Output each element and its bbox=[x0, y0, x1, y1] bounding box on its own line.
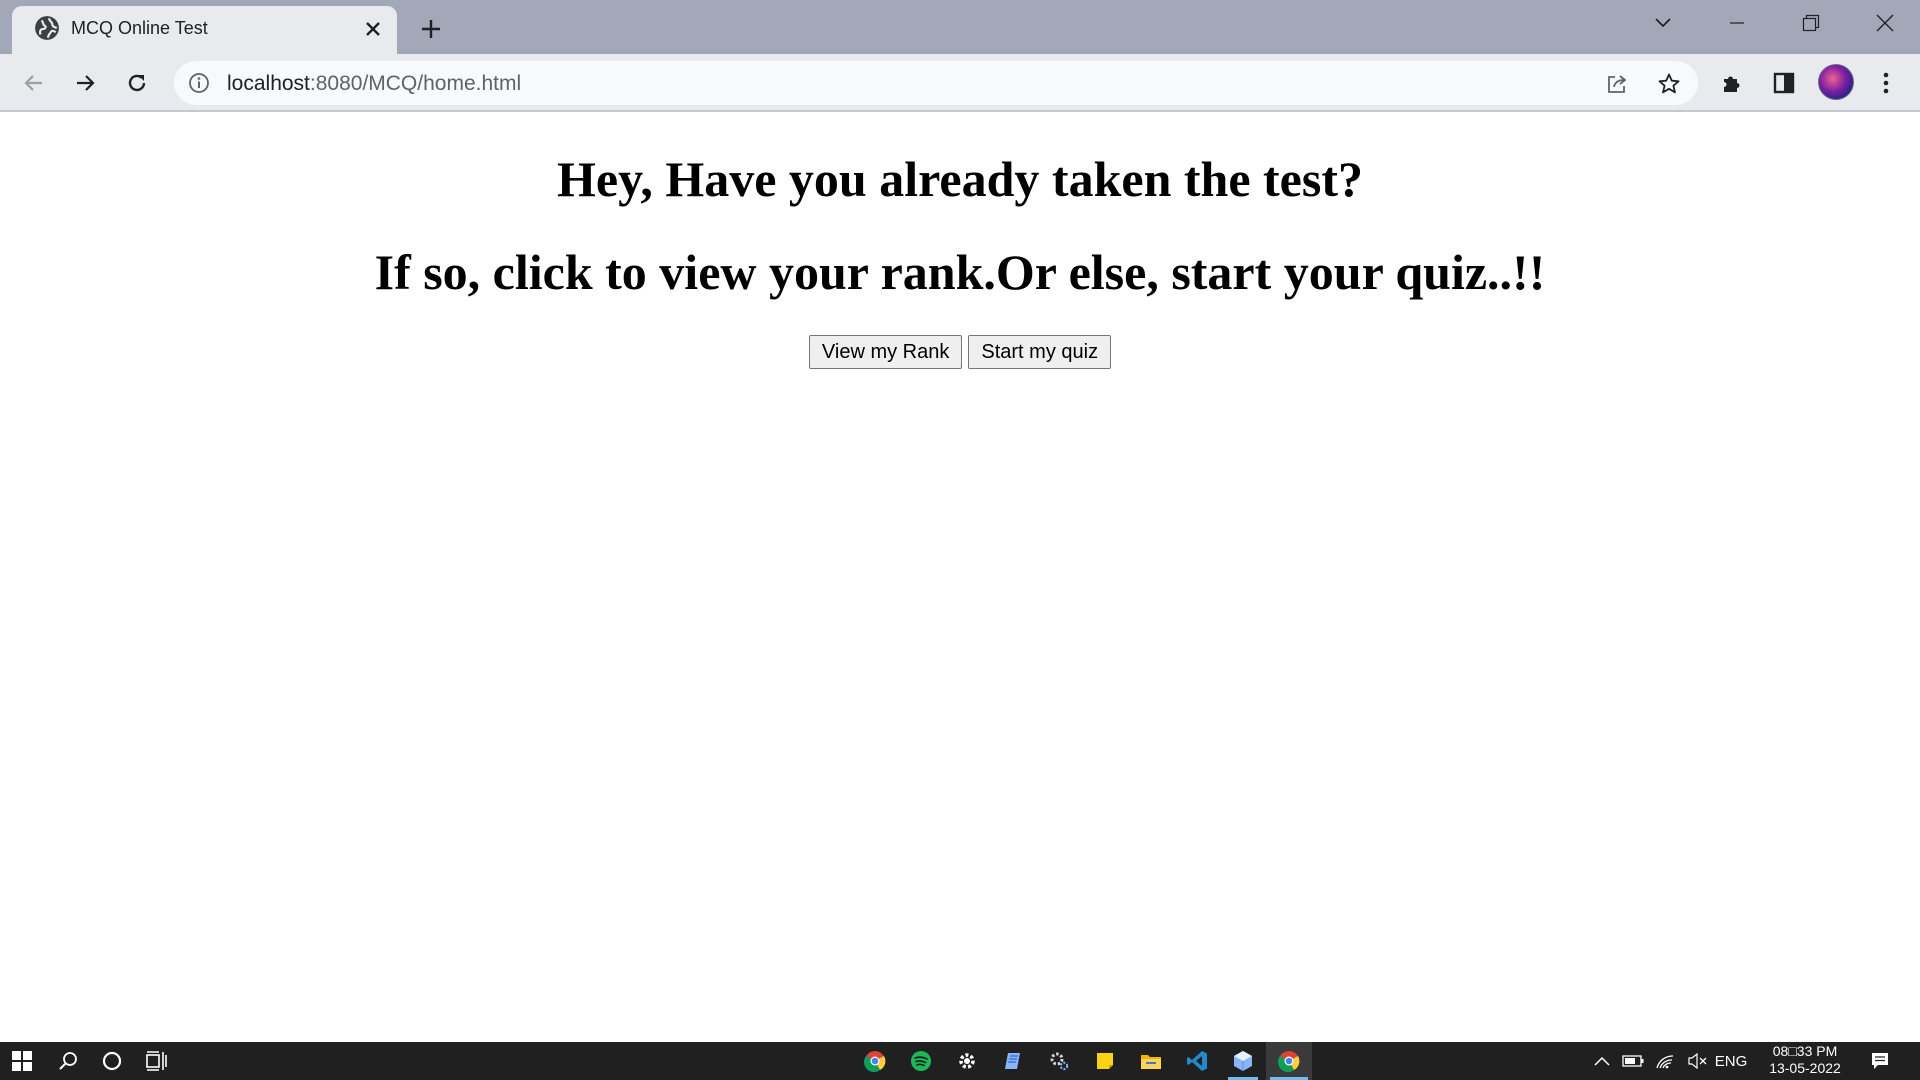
notification-icon bbox=[1872, 1053, 1888, 1069]
tab-mcq-online-test[interactable]: MCQ Online Test bbox=[12, 6, 397, 54]
taskbar-settings-gear[interactable] bbox=[1036, 1042, 1082, 1080]
windows-taskbar: ENG 08□33 PM 13-05-2022 bbox=[0, 1042, 1920, 1080]
language-indicator[interactable]: ENG bbox=[1712, 1042, 1750, 1080]
globe-icon bbox=[35, 16, 59, 40]
start-quiz-button[interactable]: Start my quiz bbox=[968, 335, 1112, 369]
taskbar-app[interactable] bbox=[990, 1042, 1036, 1080]
search-icon bbox=[59, 1052, 77, 1070]
cube-app-icon bbox=[1234, 1051, 1252, 1071]
action-buttons: View my Rank Start my quiz bbox=[0, 335, 1920, 369]
side-panel-button[interactable] bbox=[1768, 67, 1800, 99]
close-icon bbox=[1876, 14, 1894, 32]
clock-time: 08□33 PM bbox=[1772, 1043, 1838, 1059]
tab-close-button[interactable] bbox=[360, 16, 386, 42]
task-view-icon bbox=[146, 1051, 167, 1071]
start-button[interactable] bbox=[0, 1042, 44, 1080]
arrow-left-icon bbox=[24, 75, 42, 91]
restore-button[interactable] bbox=[1776, 0, 1846, 46]
minimize-icon bbox=[1730, 22, 1744, 24]
view-rank-button[interactable]: View my Rank bbox=[808, 335, 963, 369]
network-button[interactable] bbox=[1650, 1042, 1680, 1080]
taskbar-chrome[interactable] bbox=[852, 1042, 898, 1080]
bookmark-button[interactable] bbox=[1656, 71, 1682, 97]
url-path: :8080/MCQ/home.html bbox=[309, 72, 522, 95]
wifi-icon bbox=[1656, 1055, 1674, 1069]
reload-button[interactable] bbox=[119, 65, 155, 101]
tab-title: MCQ Online Test bbox=[71, 18, 208, 38]
info-icon[interactable] bbox=[188, 72, 210, 94]
taskbar-settings[interactable] bbox=[944, 1042, 990, 1080]
url-text[interactable]: localhost:8080/MCQ/home.html bbox=[227, 72, 521, 96]
tab-search-button[interactable] bbox=[1628, 0, 1698, 46]
windows-logo-icon bbox=[12, 1051, 32, 1071]
reload-icon bbox=[128, 74, 146, 92]
search-button[interactable] bbox=[46, 1042, 90, 1080]
share-icon bbox=[1608, 75, 1627, 93]
app-icon bbox=[1005, 1053, 1020, 1069]
sticky-notes-icon bbox=[1097, 1053, 1113, 1069]
share-button[interactable] bbox=[1604, 71, 1630, 97]
chevron-down-icon bbox=[1655, 18, 1671, 28]
kebab-menu-icon bbox=[1883, 72, 1889, 94]
cortana-button[interactable] bbox=[90, 1042, 134, 1080]
side-panel-icon bbox=[1773, 72, 1795, 94]
browser-titlebar: MCQ Online Test bbox=[0, 0, 1920, 54]
restore-icon bbox=[1802, 14, 1820, 32]
task-view-button[interactable] bbox=[134, 1042, 178, 1080]
new-tab-button[interactable] bbox=[414, 12, 448, 46]
chrome-active-icon bbox=[1278, 1051, 1300, 1072]
chrome-icon bbox=[864, 1051, 886, 1072]
settings-icon bbox=[959, 1053, 975, 1069]
arrow-right-icon bbox=[77, 75, 95, 91]
page-heading-primary: Hey, Have you already taken the test? bbox=[557, 151, 1363, 207]
show-hidden-icons-button[interactable] bbox=[1588, 1042, 1616, 1080]
page-content: Hey, Have you already taken the test? If… bbox=[0, 114, 1920, 1042]
puzzle-icon bbox=[1724, 76, 1740, 92]
vscode-icon bbox=[1187, 1051, 1207, 1071]
page-heading-secondary: If so, click to view your rank.Or else, … bbox=[374, 244, 1546, 300]
taskbar-vscode[interactable] bbox=[1174, 1042, 1220, 1080]
profile-avatar[interactable] bbox=[1818, 64, 1854, 100]
clock[interactable]: 08□33 PM 13-05-2022 bbox=[1750, 1043, 1860, 1077]
minimize-button[interactable] bbox=[1702, 0, 1772, 46]
close-icon bbox=[366, 22, 380, 36]
battery-icon bbox=[1622, 1055, 1644, 1067]
file-explorer-icon bbox=[1141, 1055, 1161, 1069]
cortana-icon bbox=[102, 1051, 122, 1071]
taskbar-cube-app[interactable] bbox=[1220, 1042, 1266, 1080]
volume-muted-icon bbox=[1688, 1053, 1707, 1069]
taskbar-sticky-notes[interactable] bbox=[1082, 1042, 1128, 1080]
clock-date: 13-05-2022 bbox=[1769, 1060, 1841, 1076]
chevron-up-icon bbox=[1594, 1056, 1610, 1066]
forward-button[interactable] bbox=[67, 65, 103, 101]
star-icon bbox=[1658, 73, 1680, 94]
back-button[interactable] bbox=[16, 65, 52, 101]
battery-button[interactable] bbox=[1618, 1042, 1648, 1080]
settings-gear-icon bbox=[1050, 1052, 1069, 1071]
url-host: localhost bbox=[227, 72, 310, 95]
browser-toolbar: localhost:8080/MCQ/home.html bbox=[0, 54, 1920, 112]
volume-button[interactable] bbox=[1682, 1042, 1712, 1080]
taskbar-chrome-active[interactable] bbox=[1266, 1042, 1312, 1080]
spotify-icon bbox=[911, 1051, 931, 1071]
action-center-button[interactable] bbox=[1858, 1042, 1902, 1080]
extensions-button[interactable] bbox=[1716, 67, 1748, 99]
taskbar-file-explorer[interactable] bbox=[1128, 1042, 1174, 1080]
address-bar[interactable]: localhost:8080/MCQ/home.html bbox=[174, 61, 1698, 105]
plus-icon bbox=[422, 20, 440, 38]
browser-menu-button[interactable] bbox=[1870, 67, 1902, 99]
close-window-button[interactable] bbox=[1850, 0, 1920, 46]
taskbar-spotify[interactable] bbox=[898, 1042, 944, 1080]
